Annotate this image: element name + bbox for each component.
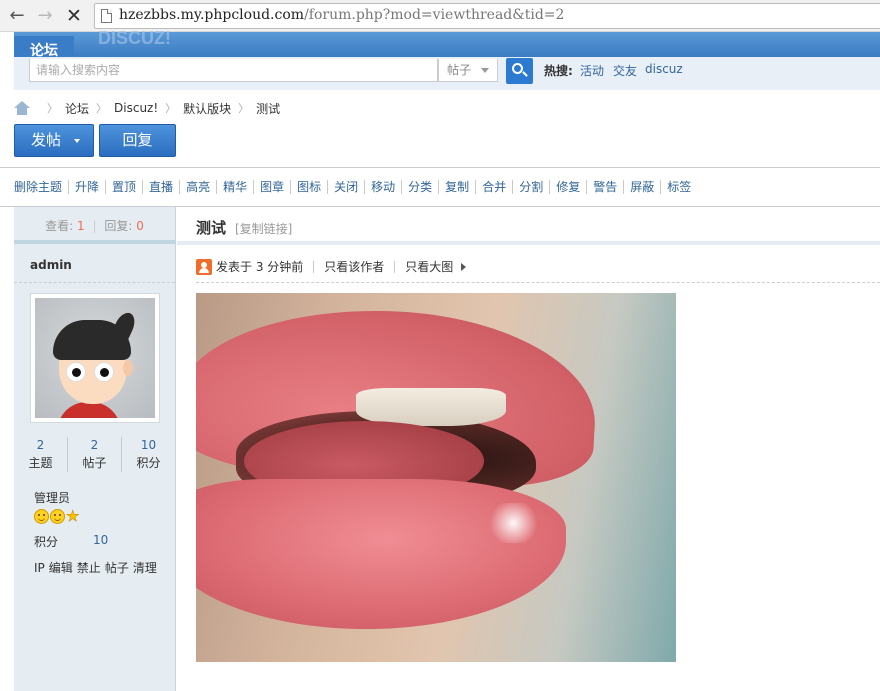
count-credits[interactable]: 10 积分 — [121, 437, 175, 472]
site-logo[interactable]: DISCUZ! — [98, 28, 171, 49]
admin-link-posts[interactable]: 帖子 — [105, 561, 129, 575]
views-label: 查看: — [45, 219, 74, 233]
url-text[interactable]: hzezbbs.my.phpcloud.com/forum.php?mod=vi… — [119, 7, 564, 23]
stop-loading-icon[interactable]: ✕ — [63, 5, 85, 27]
views-count: 1 — [77, 219, 85, 233]
mod-action[interactable]: 置顶 — [105, 180, 142, 194]
new-post-button[interactable]: 发帖 — [14, 124, 94, 157]
author-only-link[interactable]: 只看该作者 — [324, 258, 384, 275]
mod-action[interactable]: 屏蔽 — [623, 180, 660, 194]
replies-label: 回复: — [104, 219, 133, 233]
count-posts[interactable]: 2 帖子 — [67, 437, 121, 472]
mod-action[interactable]: 修复 — [549, 180, 586, 194]
divider — [177, 241, 880, 245]
search-type-label: 帖子 — [447, 63, 472, 77]
count-threads[interactable]: 2 主题 — [14, 437, 67, 472]
mod-action[interactable]: 移动 — [364, 180, 401, 194]
admin-link-clean[interactable]: 清理 — [133, 561, 157, 575]
divider — [196, 282, 880, 283]
copy-link-button[interactable]: [复制链接] — [235, 220, 292, 237]
mod-action[interactable]: 警告 — [586, 180, 623, 194]
forward-arrow-icon[interactable]: → — [34, 5, 56, 27]
mod-action[interactable]: 复制 — [438, 180, 475, 194]
home-icon[interactable] — [14, 101, 30, 115]
admin-link-edit[interactable]: 编辑 — [49, 561, 73, 575]
search-type-select[interactable]: 帖子 — [438, 59, 498, 82]
page-icon — [101, 9, 112, 23]
count-value: 2 — [90, 438, 99, 452]
thread-stats: 查看: 1 | 回复: 0 — [14, 207, 175, 244]
breadcrumb-item[interactable]: 测试 — [256, 100, 280, 117]
mod-action[interactable]: 分类 — [401, 180, 438, 194]
divider — [14, 282, 175, 283]
mod-action[interactable]: 直播 — [142, 180, 179, 194]
count-label: 积分 — [136, 456, 161, 470]
avatar[interactable] — [30, 293, 160, 423]
url-path: /forum.php?mod=viewthread&tid=2 — [304, 7, 565, 23]
play-icon — [461, 262, 467, 271]
admin-link-ban[interactable]: 禁止 — [77, 561, 101, 575]
search-bar: 请输入搜索内容 帖子 热搜: 活动 交友 discuz — [14, 57, 880, 90]
url-host: hzezbbs.my.phpcloud.com — [119, 7, 305, 23]
mod-action[interactable]: 图章 — [253, 180, 290, 194]
post-time: 发表于 3 分钟前 — [216, 260, 304, 274]
author-username[interactable]: admin — [30, 258, 72, 272]
mod-action[interactable]: 关闭 — [327, 180, 364, 194]
user-group[interactable]: 管理员 — [34, 489, 70, 506]
author-counts: 2 主题 2 帖子 10 积分 — [14, 437, 175, 472]
new-post-label: 发帖 — [31, 131, 62, 149]
thread-title: 测试 — [196, 219, 227, 237]
address-bar[interactable]: hzezbbs.my.phpcloud.com/forum.php?mod=vi… — [94, 3, 880, 29]
credit-value[interactable]: 10 — [93, 533, 108, 547]
search-button[interactable] — [506, 58, 533, 84]
mod-action[interactable]: 删除主题 — [14, 180, 68, 194]
admin-link-ip[interactable]: IP — [34, 561, 45, 575]
breadcrumb-item[interactable]: 默认版块 — [183, 100, 231, 117]
author-sidebar: 查看: 1 | 回复: 0 admin 2 主题 2 帖子 10 积分 管理员 … — [14, 207, 176, 691]
search-input[interactable]: 请输入搜索内容 — [29, 59, 438, 82]
breadcrumb-item[interactable]: Discuz! — [114, 101, 158, 115]
smiley-icon — [34, 509, 49, 524]
user-rank-icons: ★ — [34, 507, 81, 525]
mod-action[interactable]: 合并 — [475, 180, 512, 194]
hot-search-label: 热搜: — [544, 64, 573, 78]
divider — [0, 167, 880, 168]
breadcrumb-item[interactable]: 论坛 — [65, 100, 89, 117]
post-meta: 发表于 3 分钟前 只看该作者 只看大图 — [196, 258, 467, 275]
post-image[interactable] — [196, 293, 676, 662]
replies-count: 0 — [136, 219, 144, 233]
admin-links: IP 编辑 禁止 帖子 清理 — [34, 559, 161, 576]
count-label: 主题 — [28, 456, 53, 470]
mod-action[interactable]: 高亮 — [179, 180, 216, 194]
hot-search-link[interactable]: 活动 — [580, 62, 604, 79]
reply-button[interactable]: 回复 — [99, 124, 176, 157]
mod-action[interactable]: 精华 — [216, 180, 253, 194]
count-value: 10 — [140, 438, 157, 452]
back-arrow-icon[interactable]: ← — [6, 5, 28, 27]
hot-search-link[interactable]: discuz — [645, 62, 683, 76]
count-label: 帖子 — [82, 456, 107, 470]
credit-label: 积分 — [34, 535, 59, 549]
mod-action[interactable]: 分割 — [512, 180, 549, 194]
mod-action[interactable]: 标签 — [660, 180, 697, 194]
user-online-icon — [196, 258, 212, 275]
smiley-icon — [50, 509, 65, 524]
chevron-down-icon — [481, 68, 489, 73]
chevron-down-icon — [74, 139, 80, 143]
hot-search-link[interactable]: 交友 — [613, 62, 637, 79]
mod-action[interactable]: 图标 — [290, 180, 327, 194]
view-large-image-link[interactable]: 只看大图 — [405, 258, 453, 275]
mod-action[interactable]: 升降 — [68, 180, 105, 194]
moderation-toolbar: 删除主题 升降 置顶 直播 高亮 精华 图章 图标 关闭 移动 分类 复制 合并… — [14, 180, 697, 194]
count-value: 2 — [36, 438, 45, 452]
avatar-image — [35, 298, 155, 418]
star-icon: ★ — [66, 507, 80, 525]
breadcrumb: 〉 论坛 〉 Discuz! 〉 默认版块 〉 测试 — [14, 99, 280, 117]
